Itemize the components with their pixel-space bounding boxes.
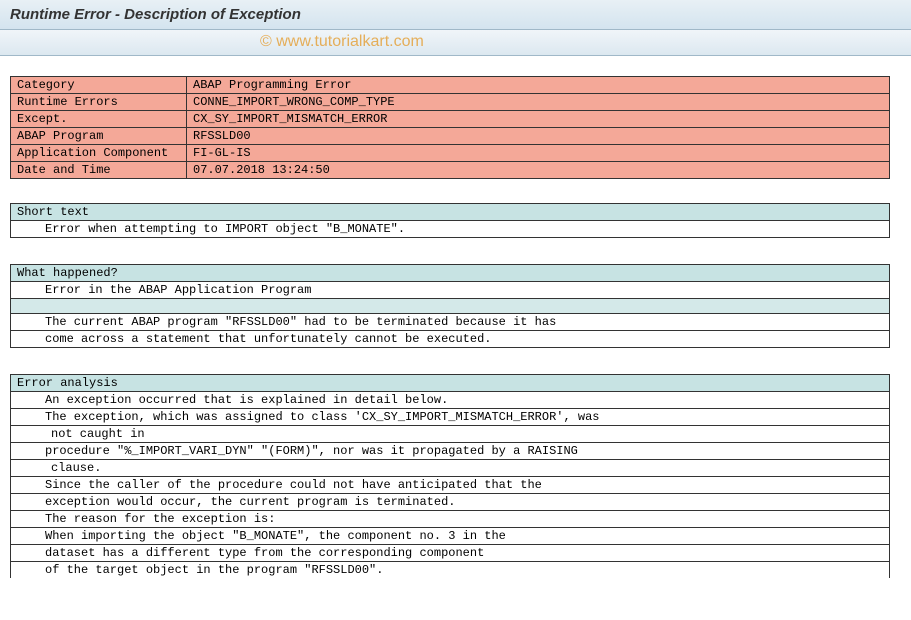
info-row: Date and Time07.07.2018 13:24:50 <box>11 162 890 179</box>
info-table: CategoryABAP Programming ErrorRuntime Er… <box>10 76 890 179</box>
section-line: procedure "%_IMPORT_VARI_DYN" "(FORM)", … <box>11 443 889 460</box>
section-short-text: Short text Error when attempting to IMPO… <box>10 203 890 238</box>
section-line: not caught in <box>11 426 889 443</box>
info-label: ABAP Program <box>11 128 187 145</box>
section-line <box>11 299 889 314</box>
section-line: Since the caller of the procedure could … <box>11 477 889 494</box>
section-line: The exception, which was assigned to cla… <box>11 409 889 426</box>
section-line: clause. <box>11 460 889 477</box>
section-line: come across a statement that unfortunate… <box>11 331 889 347</box>
section-line: Error in the ABAP Application Program <box>11 282 889 299</box>
info-label: Runtime Errors <box>11 94 187 111</box>
section-line: An exception occurred that is explained … <box>11 392 889 409</box>
section-header: What happened? <box>11 265 889 282</box>
title-bar: Runtime Error - Description of Exception <box>0 0 911 30</box>
section-line: When importing the object "B_MONATE", th… <box>11 528 889 545</box>
toolbar <box>0 30 911 56</box>
section-header: Short text <box>11 204 889 221</box>
section-header: Error analysis <box>11 375 889 392</box>
section-line: of the target object in the program "RFS… <box>11 562 889 578</box>
page-title: Runtime Error - Description of Exception <box>10 6 301 23</box>
info-row: Runtime ErrorsCONNE_IMPORT_WRONG_COMP_TY… <box>11 94 890 111</box>
info-value: CONNE_IMPORT_WRONG_COMP_TYPE <box>187 94 890 111</box>
section-line: dataset has a different type from the co… <box>11 545 889 562</box>
info-label: Date and Time <box>11 162 187 179</box>
info-value: 07.07.2018 13:24:50 <box>187 162 890 179</box>
section-line: The current ABAP program "RFSSLD00" had … <box>11 314 889 331</box>
info-label: Except. <box>11 111 187 128</box>
info-row: Application ComponentFI-GL-IS <box>11 145 890 162</box>
info-value: CX_SY_IMPORT_MISMATCH_ERROR <box>187 111 890 128</box>
info-label: Category <box>11 77 187 94</box>
info-value: ABAP Programming Error <box>187 77 890 94</box>
section-error-analysis: Error analysis An exception occurred tha… <box>10 374 890 578</box>
info-value: RFSSLD00 <box>187 128 890 145</box>
section-line: The reason for the exception is: <box>11 511 889 528</box>
info-row: Except.CX_SY_IMPORT_MISMATCH_ERROR <box>11 111 890 128</box>
section-what-happened: What happened? Error in the ABAP Applica… <box>10 264 890 348</box>
section-line: exception would occur, the current progr… <box>11 494 889 511</box>
info-row: ABAP ProgramRFSSLD00 <box>11 128 890 145</box>
section-line: Error when attempting to IMPORT object "… <box>11 221 889 237</box>
info-row: CategoryABAP Programming Error <box>11 77 890 94</box>
info-label: Application Component <box>11 145 187 162</box>
info-value: FI-GL-IS <box>187 145 890 162</box>
content-area: CategoryABAP Programming ErrorRuntime Er… <box>0 56 911 588</box>
